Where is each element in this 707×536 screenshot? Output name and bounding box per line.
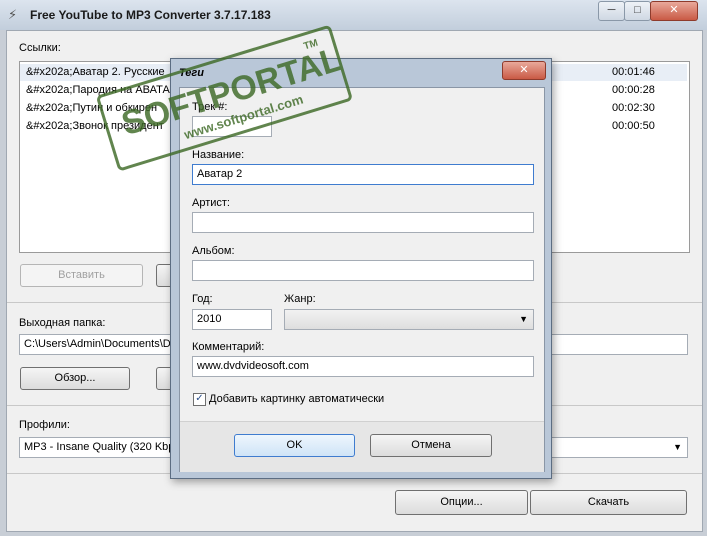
year-field[interactable]: 2010 bbox=[192, 309, 272, 330]
window-title: Free YouTube to MP3 Converter 3.7.17.183 bbox=[30, 8, 271, 22]
link-duration: 00:00:50 bbox=[612, 120, 655, 132]
link-duration: 00:01:46 bbox=[612, 66, 655, 78]
options-button[interactable]: Опции... bbox=[395, 490, 528, 515]
minimize-button[interactable]: ─ bbox=[598, 1, 625, 21]
link-duration: 00:00:28 bbox=[612, 84, 655, 96]
genre-select[interactable]: ▼ bbox=[284, 309, 534, 330]
paste-button[interactable]: Вставить bbox=[20, 264, 143, 287]
auto-cover-checkbox[interactable]: ✓ bbox=[193, 393, 206, 406]
chevron-down-icon: ▼ bbox=[519, 314, 528, 324]
browse-button[interactable]: Обзор... bbox=[20, 367, 130, 390]
comment-field[interactable]: www.dvdvideosoft.com bbox=[192, 356, 534, 377]
link-title: &#x202a;Путин и обкирен bbox=[26, 102, 158, 114]
year-label: Год: bbox=[192, 293, 213, 305]
download-button[interactable]: Скачать bbox=[530, 490, 687, 515]
maximize-button[interactable]: □ bbox=[624, 1, 651, 21]
artist-field[interactable] bbox=[192, 212, 534, 233]
close-button[interactable]: ✕ bbox=[650, 1, 698, 21]
comment-label: Комментарий: bbox=[192, 341, 265, 353]
dialog-close-button[interactable]: ✕ bbox=[502, 61, 546, 80]
artist-label: Артист: bbox=[192, 197, 230, 209]
dialog-title: Теги bbox=[179, 67, 205, 79]
genre-label: Жанр: bbox=[284, 293, 316, 305]
album-field[interactable] bbox=[192, 260, 534, 281]
app-icon: ⚡ bbox=[8, 7, 18, 22]
link-title: &#x202a;Аватар 2. Русские bbox=[26, 66, 165, 78]
track-field[interactable] bbox=[192, 116, 272, 137]
link-title: &#x202a;Звонок президент bbox=[26, 120, 164, 132]
profiles-label: Профили: bbox=[19, 419, 70, 431]
tags-dialog: Теги ✕ Трек #: Название: Аватар 2 Артист… bbox=[170, 58, 552, 479]
track-label: Трек #: bbox=[192, 101, 228, 113]
name-label: Название: bbox=[192, 149, 245, 161]
cancel-button[interactable]: Отмена bbox=[370, 434, 492, 457]
output-folder-label: Выходная папка: bbox=[19, 317, 106, 329]
links-label: Ссылки: bbox=[19, 42, 61, 54]
auto-cover-label[interactable]: Добавить картинку автоматически bbox=[209, 393, 384, 405]
album-label: Альбом: bbox=[192, 245, 235, 257]
profile-selected-value: MP3 - Insane Quality (320 Kbps bbox=[24, 441, 180, 453]
link-title: &#x202a;Пародия на АВАТА bbox=[26, 84, 170, 96]
name-field[interactable]: Аватар 2 bbox=[192, 164, 534, 185]
chevron-down-icon: ▼ bbox=[673, 442, 682, 452]
dialog-body: Трек #: Название: Аватар 2 Артист: Альбо… bbox=[179, 87, 545, 472]
ok-button[interactable]: OK bbox=[234, 434, 355, 457]
link-duration: 00:02:30 bbox=[612, 102, 655, 114]
